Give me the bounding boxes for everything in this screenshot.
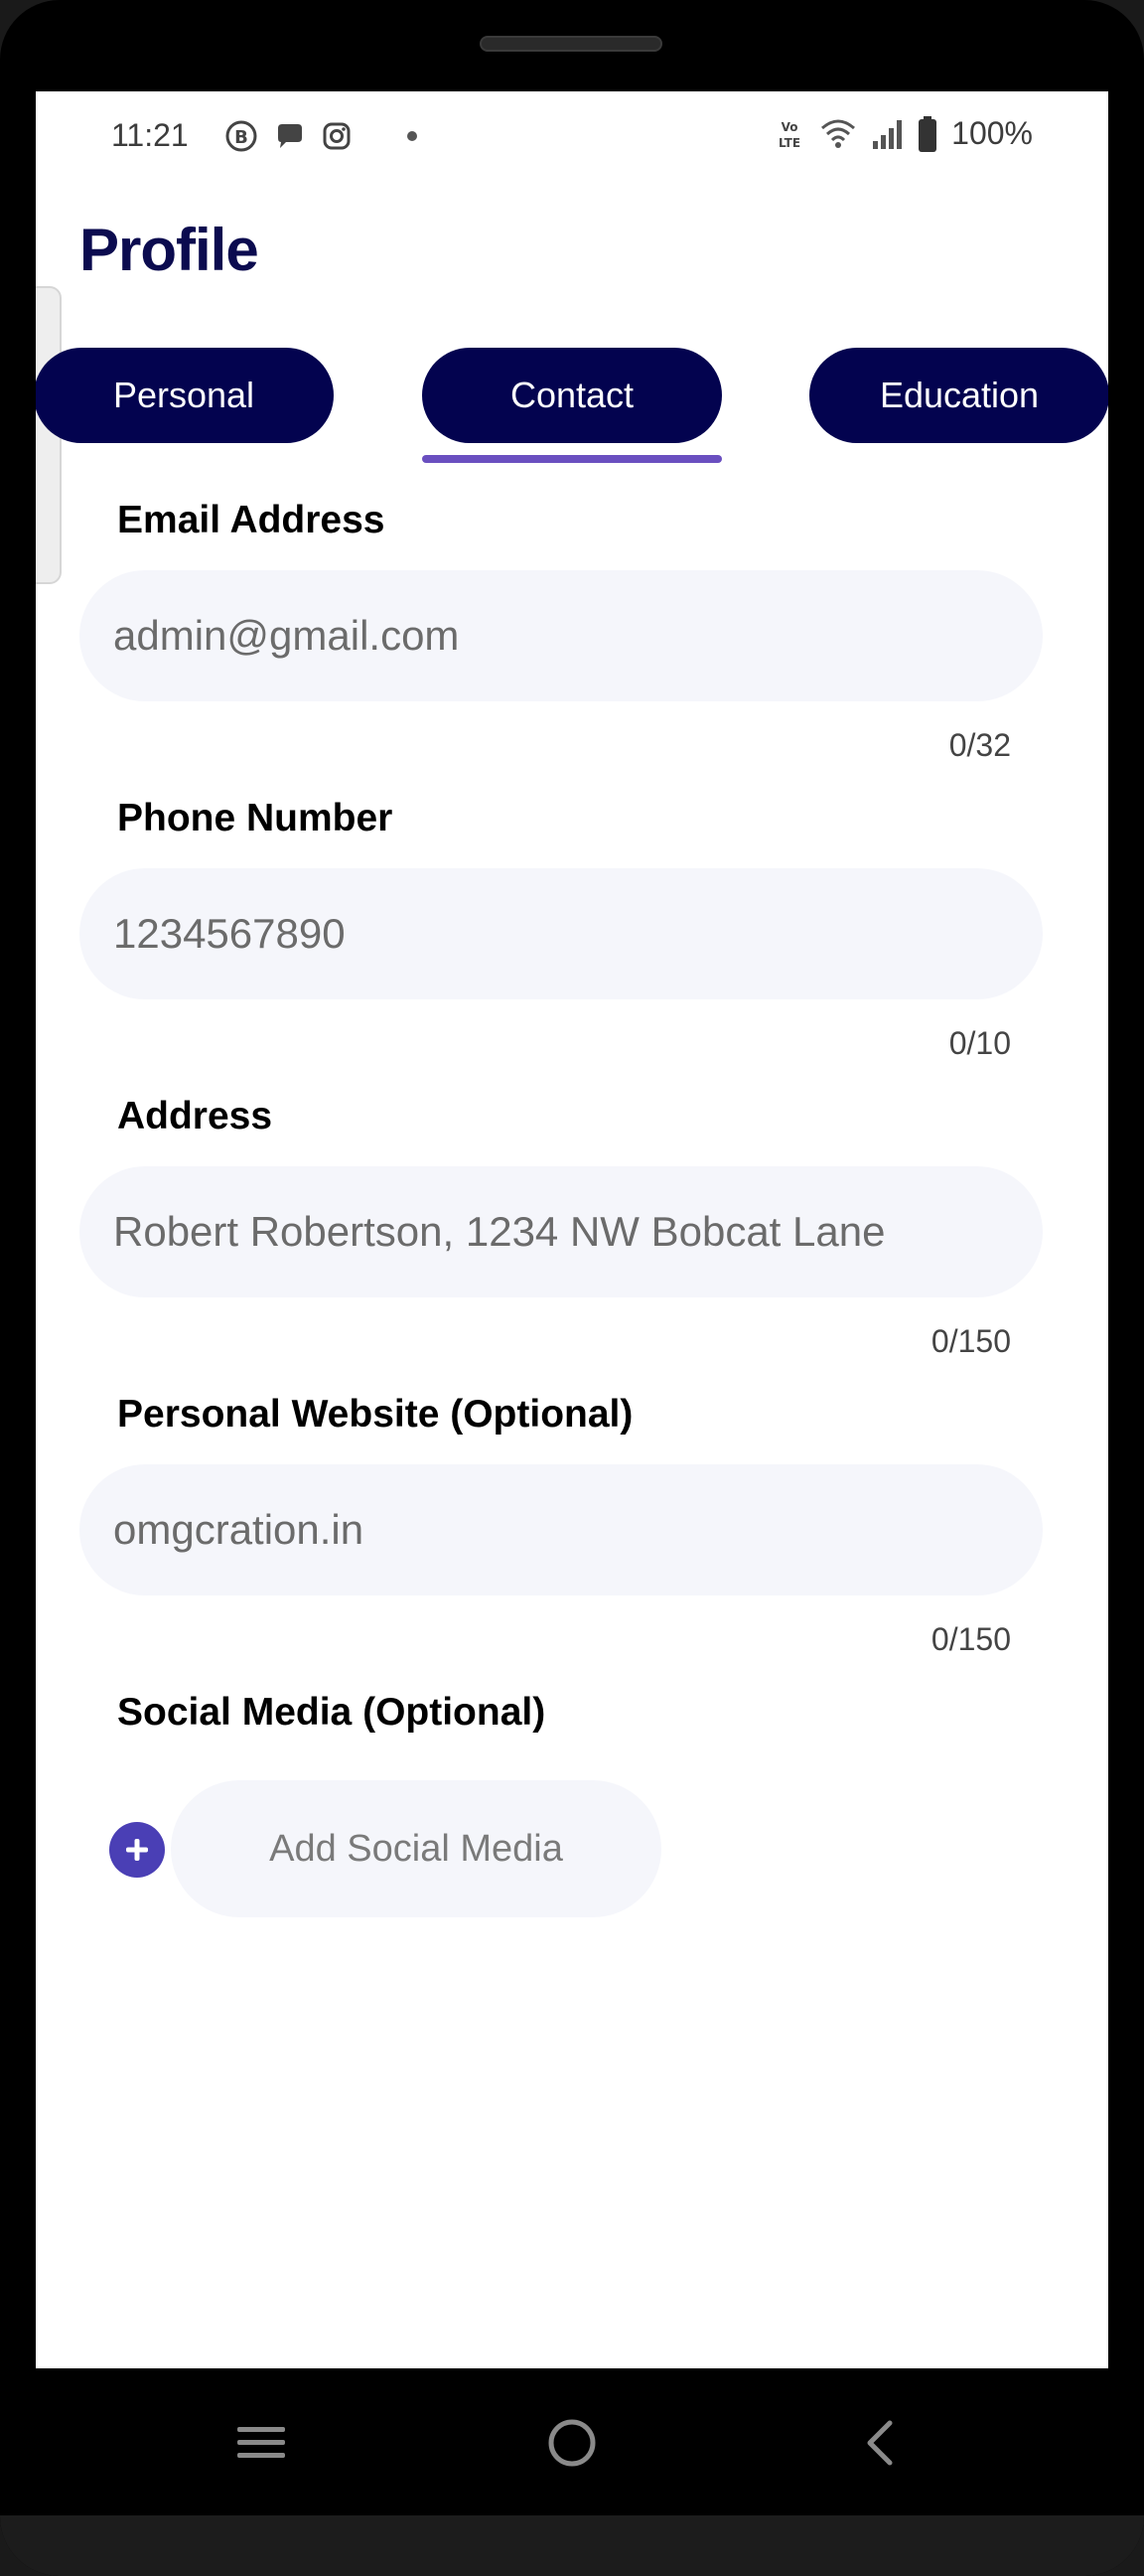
tab-contact[interactable]: Contact [422, 348, 722, 443]
website-label: Personal Website (Optional) [117, 1393, 634, 1436]
plus-icon [126, 1839, 148, 1861]
add-social-media-button[interactable]: Add Social Media [171, 1780, 661, 1917]
tab-personal[interactable]: Personal [36, 348, 334, 443]
svg-text:LTE: LTE [779, 136, 800, 150]
address-char-counter: 0/150 [930, 1323, 1011, 1359]
email-field[interactable] [79, 570, 1043, 701]
phone-bottom-bezel [0, 2515, 1144, 2576]
svg-text:Vo: Vo [782, 120, 798, 134]
recents-button[interactable] [226, 2408, 296, 2478]
address-label: Address [117, 1095, 273, 1137]
home-icon [548, 2419, 596, 2467]
address-field[interactable] [79, 1166, 1043, 1297]
active-tab-indicator [422, 455, 722, 463]
page-title: Profile [79, 217, 259, 283]
speaker-grille [480, 36, 662, 52]
dot-icon [407, 131, 417, 141]
tab-education[interactable]: Education [809, 348, 1108, 443]
wifi-icon [821, 119, 856, 148]
status-bar: 11:21 B Vo LTE 100% [36, 91, 1108, 183]
volte-icon: Vo LTE [779, 120, 800, 150]
back-button[interactable] [845, 2408, 915, 2478]
back-icon [867, 2420, 893, 2466]
battery-percent: 100% [951, 115, 1033, 151]
instagram-icon [323, 122, 351, 150]
notification-icons: B [224, 119, 417, 153]
add-social-plus-button[interactable] [109, 1822, 165, 1878]
status-time: 11:21 [111, 117, 189, 153]
chat-icon [278, 124, 302, 148]
website-field[interactable] [79, 1464, 1043, 1595]
system-nav-bar [36, 2368, 1108, 2515]
signal-icon [873, 119, 903, 149]
email-label: Email Address [117, 499, 385, 541]
website-char-counter: 0/150 [930, 1621, 1011, 1657]
social-media-label: Social Media (Optional) [117, 1691, 546, 1734]
system-status-icons: Vo LTE 100% [773, 115, 1033, 152]
email-char-counter: 0/32 [948, 727, 1011, 763]
battery-icon [919, 115, 937, 152]
phone-char-counter: 0/10 [948, 1025, 1011, 1061]
home-button[interactable] [537, 2408, 607, 2478]
app-screen: 11:21 B Vo LTE 100% Profile Personal Con… [36, 91, 1108, 2368]
phone-field[interactable] [79, 868, 1043, 999]
phone-label: Phone Number [117, 797, 393, 839]
b-icon: B [225, 120, 257, 152]
svg-text:B: B [234, 127, 248, 148]
menu-icon [237, 2427, 285, 2458]
